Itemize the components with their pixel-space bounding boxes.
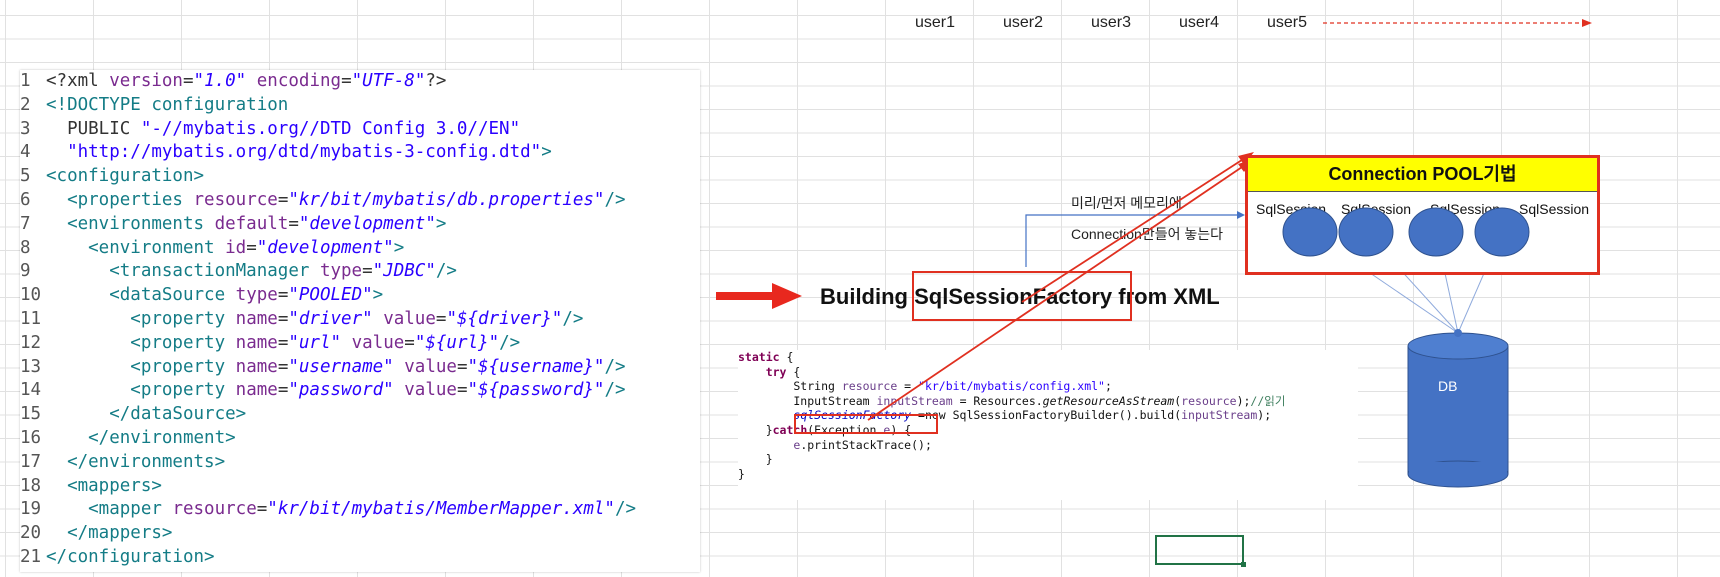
db-label: DB [1438, 378, 1458, 394]
selected-cell[interactable] [1155, 535, 1246, 567]
session-circle [1474, 207, 1530, 257]
session-circle [1282, 207, 1338, 257]
session-circle [1408, 207, 1464, 257]
session-circle [1338, 207, 1394, 257]
session-circles [1282, 207, 1530, 257]
